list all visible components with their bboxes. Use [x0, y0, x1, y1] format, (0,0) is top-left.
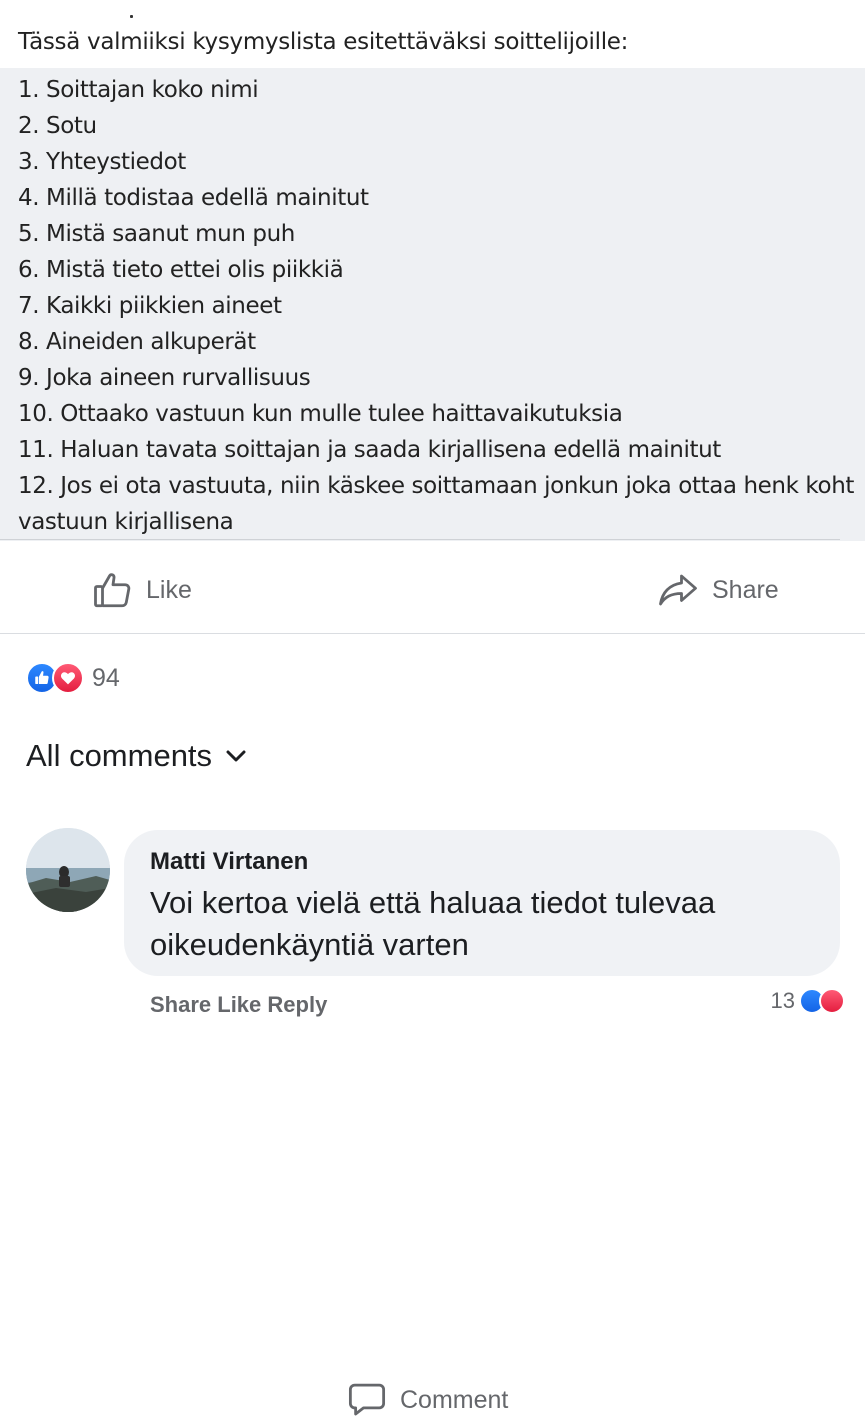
post-image-top-strip: [0, 0, 865, 20]
avatar[interactable]: [26, 828, 110, 912]
question-item: 7. Kaikki piikkien aineet: [18, 293, 282, 319]
like-button[interactable]: Like: [92, 568, 192, 612]
comment-author[interactable]: Matti Virtanen: [150, 848, 814, 876]
all-comments-label: All comments: [26, 738, 213, 773]
question-item: 10. Ottaako vastuun kun mulle tulee hait…: [18, 401, 623, 427]
avatar-photo: [26, 828, 110, 912]
action-divider: [0, 633, 865, 634]
image-bottom-rule: [0, 539, 840, 540]
post-intro-band: Tässä valmiiksi kysymyslista esitettäväk…: [0, 20, 865, 68]
question-item: 1. Soittajan koko nimi: [18, 77, 259, 103]
post-action-bar: Like Comment Share: [0, 550, 865, 1416]
share-arrow-icon: [659, 574, 697, 606]
comment-actions[interactable]: Share Like Reply: [150, 992, 327, 1018]
post-image[interactable]: Tässä valmiiksi kysymyslista esitettäväk…: [0, 0, 865, 541]
like-label: Like: [146, 575, 192, 604]
comment-button[interactable]: Comment: [346, 1378, 508, 1422]
thumbs-up-icon: [94, 573, 131, 608]
love-reaction-icon: [819, 988, 845, 1014]
all-comments-filter[interactable]: All comments: [26, 738, 246, 774]
reaction-count: 94: [92, 663, 120, 692]
share-button[interactable]: Share: [656, 568, 779, 612]
comment-reaction-count: 13: [770, 988, 795, 1013]
reaction-summary[interactable]: 94: [26, 662, 120, 694]
comment-reactions[interactable]: 13: [771, 988, 845, 1014]
question-item: 2. Sotu: [18, 113, 97, 139]
share-label: Share: [712, 575, 779, 604]
chevron-down-icon: [226, 750, 246, 762]
question-item: 11. Haluan tavata soittajan ja saada kir…: [18, 437, 721, 463]
question-item: 4. Millä todistaa edellä mainitut: [18, 185, 369, 211]
comment-bubble[interactable]: Matti Virtanen Voi kertoa vielä että hal…: [124, 830, 840, 976]
question-item: 5. Mistä saanut mun puh: [18, 221, 295, 247]
post-intro-text: Tässä valmiiksi kysymyslista esitettäväk…: [18, 29, 629, 55]
question-list: 1. Soittajan koko nimi 2. Sotu 3. Yhteys…: [18, 72, 858, 540]
stray-dot: [130, 15, 133, 18]
comment-text: Voi kertoa vielä että haluaa tiedot tule…: [150, 885, 716, 962]
question-item: 9. Joka aineen rurvallisuus: [18, 365, 311, 391]
question-item: 3. Yhteystiedot: [18, 149, 186, 175]
question-item: 12. Jos ei ota vastuuta, niin käskee soi…: [18, 473, 854, 535]
love-reaction-icon: [52, 662, 84, 694]
question-item: 6. Mistä tieto ettei olis piikkiä: [18, 257, 344, 283]
speech-bubble-icon: [348, 1383, 386, 1416]
comment-label: Comment: [400, 1385, 509, 1414]
question-item: 8. Aineiden alkuperät: [18, 329, 256, 355]
